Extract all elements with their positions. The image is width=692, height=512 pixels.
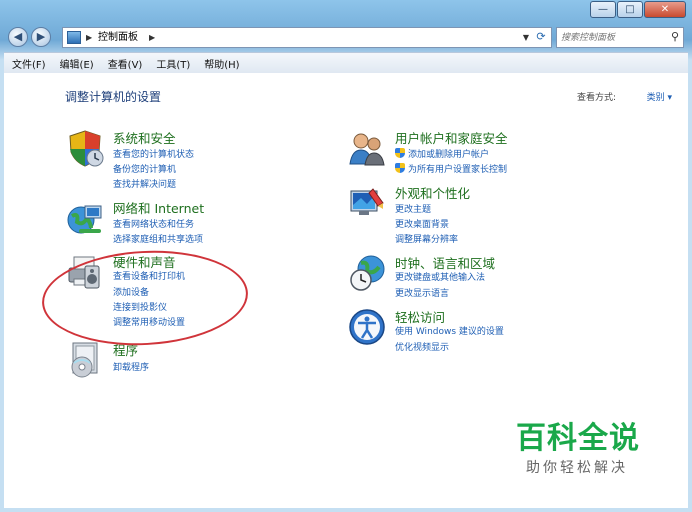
link-view-network-status[interactable]: 查看网络状态和任务 bbox=[113, 217, 194, 230]
appearance-monitor-icon[interactable] bbox=[347, 183, 387, 223]
menu-edit[interactable]: 编辑(E) bbox=[54, 56, 100, 71]
breadcrumb-control-panel[interactable]: 控制面板 bbox=[98, 28, 138, 47]
category-ease-of-access: 轻松访问 使用 Windows 建议的设置 优化视频显示 bbox=[347, 307, 607, 355]
search-icon[interactable]: ⚲ bbox=[671, 30, 679, 43]
shield-icon[interactable] bbox=[65, 128, 105, 168]
refresh-icon[interactable]: ⟳ bbox=[533, 30, 549, 45]
category-title[interactable]: 用户帐户和家庭安全 bbox=[395, 128, 508, 147]
category-clock-language-region: 时钟、语言和区域 更改键盘或其他输入法 更改显示语言 bbox=[347, 253, 607, 301]
close-button[interactable]: ✕ bbox=[644, 1, 686, 18]
title-bar: — □ ✕ bbox=[0, 0, 692, 24]
link-uninstall-program[interactable]: 卸载程序 bbox=[113, 360, 149, 373]
link-view-computer-status[interactable]: 查看您的计算机状态 bbox=[113, 147, 194, 160]
view-by-label: 查看方式: bbox=[576, 93, 616, 103]
link-change-display-language[interactable]: 更改显示语言 bbox=[395, 286, 449, 299]
category-network-internet: 网络和 Internet 查看网络状态和任务 选择家庭组和共享选项 bbox=[65, 198, 305, 246]
search-box[interactable]: ⚲ bbox=[556, 27, 684, 48]
uac-shield-icon bbox=[395, 148, 405, 158]
link-windows-recommended-settings[interactable]: 使用 Windows 建议的设置 bbox=[395, 324, 504, 337]
maximize-button[interactable]: □ bbox=[617, 1, 643, 18]
users-icon[interactable] bbox=[347, 128, 387, 168]
window-controls: — □ ✕ bbox=[589, 1, 686, 18]
category-title[interactable]: 系统和安全 bbox=[113, 128, 176, 147]
link-label[interactable]: 添加或删除用户帐户 bbox=[408, 150, 489, 160]
watermark-subtitle: 助你轻松解决 bbox=[526, 460, 628, 476]
address-row: ◀ ▶ ▶ 控制面板 ▶ ▼ ⟳ ⚲ bbox=[0, 24, 692, 50]
link-add-remove-accounts[interactable]: 添加或删除用户帐户 bbox=[395, 147, 489, 160]
address-bar[interactable]: ▶ 控制面板 ▶ ▼ ⟳ bbox=[62, 27, 552, 48]
link-change-theme[interactable]: 更改主题 bbox=[395, 202, 431, 215]
main-content: 调整计算机的设置 查看方式: 类别 ▾ 系统和安全 查看您的计算机状态 备份您的… bbox=[4, 73, 688, 508]
ease-of-access-icon[interactable] bbox=[347, 307, 387, 347]
control-panel-window: — □ ✕ ◀ ▶ ▶ 控制面板 ▶ ▼ ⟳ ⚲ 文件(F) 编辑(E) 查看(… bbox=[0, 0, 692, 512]
address-dropdown-icon[interactable]: ▼ bbox=[523, 28, 529, 47]
link-parental-controls[interactable]: 为所有用户设置家长控制 bbox=[395, 162, 507, 175]
forward-button[interactable]: ▶ bbox=[31, 27, 51, 47]
uac-shield-icon bbox=[395, 163, 405, 173]
menu-tools[interactable]: 工具(T) bbox=[150, 56, 196, 71]
clock-globe-icon[interactable] bbox=[347, 253, 387, 293]
programs-disc-icon[interactable] bbox=[65, 340, 105, 380]
link-homegroup-sharing[interactable]: 选择家庭组和共享选项 bbox=[113, 232, 203, 245]
breadcrumb-separator-icon[interactable]: ▶ bbox=[86, 28, 92, 47]
category-programs: 程序 卸载程序 bbox=[65, 340, 305, 380]
menu-bar: 文件(F) 编辑(E) 查看(V) 工具(T) 帮助(H) bbox=[4, 52, 688, 74]
menu-file[interactable]: 文件(F) bbox=[6, 56, 52, 71]
page-title: 调整计算机的设置 bbox=[65, 90, 162, 104]
control-panel-icon bbox=[67, 31, 81, 44]
breadcrumb-chevron-icon[interactable]: ▶ bbox=[149, 28, 155, 47]
watermark-title: 百科全说 bbox=[516, 421, 640, 456]
category-title[interactable]: 外观和个性化 bbox=[395, 183, 470, 202]
menu-view[interactable]: 查看(V) bbox=[102, 56, 149, 71]
category-user-accounts: 用户帐户和家庭安全 添加或删除用户帐户 为所有用户设置家长控制 bbox=[347, 128, 607, 176]
link-optimize-visual-display[interactable]: 优化视频显示 bbox=[395, 340, 449, 353]
category-appearance: 外观和个性化 更改主题 更改桌面背景 调整屏幕分辨率 bbox=[347, 183, 607, 245]
back-button[interactable]: ◀ bbox=[8, 27, 28, 47]
search-input[interactable] bbox=[561, 30, 661, 45]
link-troubleshoot[interactable]: 查找并解决问题 bbox=[113, 177, 176, 190]
minimize-button[interactable]: — bbox=[590, 1, 616, 18]
category-title[interactable]: 网络和 Internet bbox=[113, 198, 204, 217]
view-by-dropdown[interactable]: 类别 ▾ bbox=[647, 90, 672, 103]
link-screen-resolution[interactable]: 调整屏幕分辨率 bbox=[395, 232, 458, 245]
network-globe-icon[interactable] bbox=[65, 198, 105, 238]
link-backup-computer[interactable]: 备份您的计算机 bbox=[113, 162, 176, 175]
link-change-keyboard[interactable]: 更改键盘或其他输入法 bbox=[395, 270, 485, 283]
link-label[interactable]: 为所有用户设置家长控制 bbox=[408, 165, 507, 175]
menu-help[interactable]: 帮助(H) bbox=[198, 56, 245, 71]
category-system-security: 系统和安全 查看您的计算机状态 备份您的计算机 查找并解决问题 bbox=[65, 128, 305, 190]
link-change-desktop-background[interactable]: 更改桌面背景 bbox=[395, 217, 449, 230]
